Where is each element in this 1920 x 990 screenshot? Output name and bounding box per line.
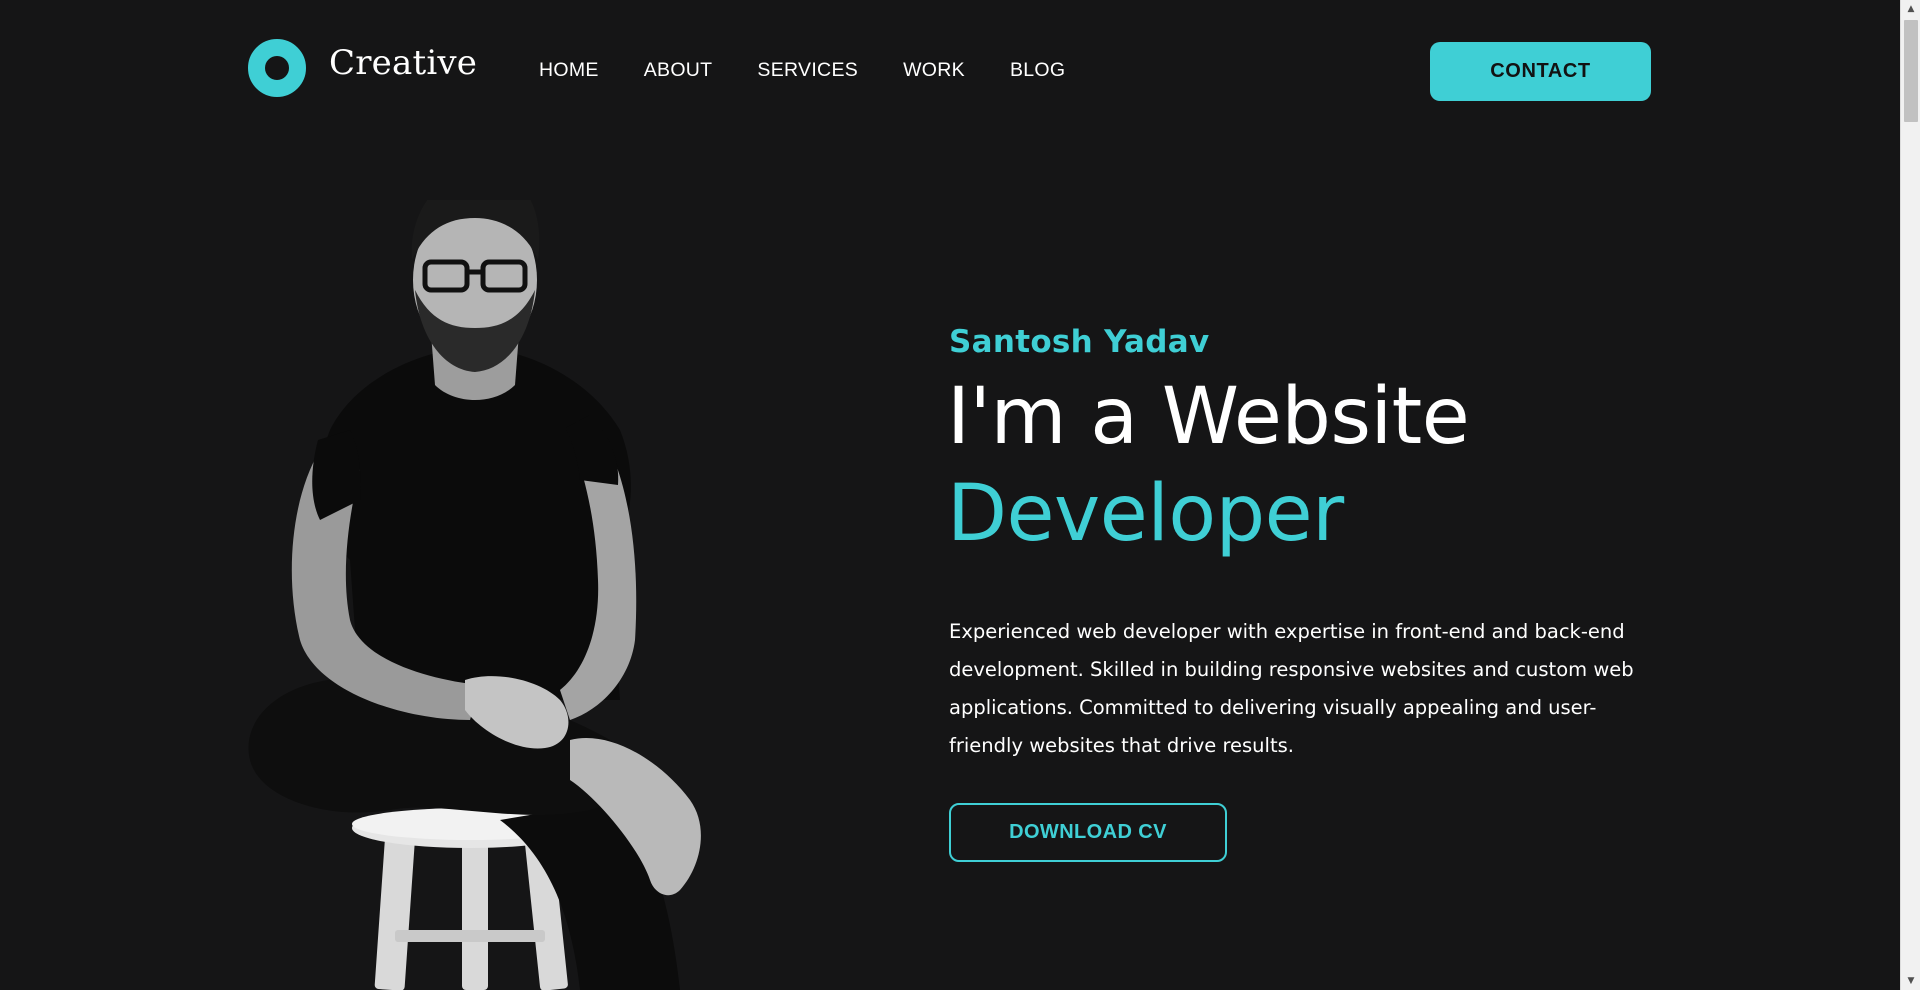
ring-logo-icon[interactable] xyxy=(248,39,306,97)
nav-item-about[interactable]: ABOUT xyxy=(644,59,713,82)
developer-portrait-image xyxy=(248,200,701,990)
nav-item-home[interactable]: HOME xyxy=(539,59,599,82)
hero-headline: I'm a Website xyxy=(947,372,1470,462)
scroll-up-icon[interactable]: ▲ xyxy=(1901,0,1920,18)
hero-headline-accent: Developer xyxy=(947,469,1344,559)
scroll-down-icon[interactable]: ▼ xyxy=(1901,972,1920,990)
nav-item-services[interactable]: SERVICES xyxy=(757,59,858,82)
vertical-scrollbar[interactable]: ▲ ▼ xyxy=(1900,0,1920,990)
download-cv-button[interactable]: DOWNLOAD CV xyxy=(949,803,1227,862)
nav-item-blog[interactable]: BLOG xyxy=(1010,59,1065,82)
contact-button[interactable]: CONTACT xyxy=(1430,42,1651,101)
hero-description: Experienced web developer with expertise… xyxy=(949,620,1634,757)
hero-name: Santosh Yadav xyxy=(949,324,1210,360)
page: Creative HOME ABOUT SERVICES WORK BLOG C… xyxy=(0,0,1900,990)
nav-item-work[interactable]: WORK xyxy=(903,59,965,82)
main-nav: HOME ABOUT SERVICES WORK BLOG xyxy=(539,59,1110,82)
scrollbar-thumb[interactable] xyxy=(1904,20,1918,122)
brand-logo-text[interactable]: Creative xyxy=(329,43,477,83)
